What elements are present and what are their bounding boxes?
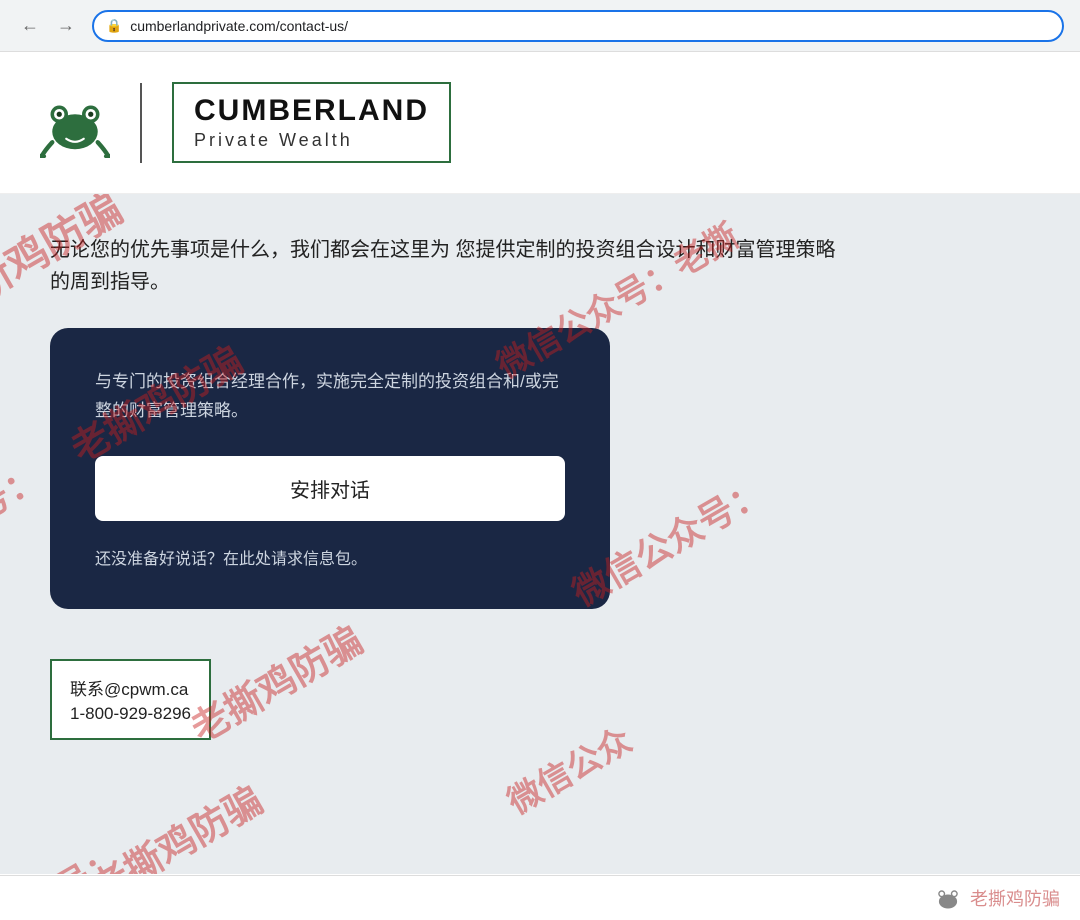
watermark-6: 号： — [0, 449, 50, 530]
logo-divider — [140, 83, 142, 163]
browser-chrome: ← → 🔒 cumberlandprivate.com/contact-us/ — [0, 0, 1080, 52]
service-card: 与专门的投资组合经理合作，实施完全定制的投资组合和/或完整的财富管理策略。 安排… — [50, 328, 610, 609]
logo-text-block: CUMBERLAND Private Wealth — [172, 82, 451, 163]
back-button[interactable]: ← — [16, 12, 44, 40]
bottom-watermark-text: 老撕鸡防骗 — [970, 885, 1060, 911]
bottom-watermark: 老撕鸡防骗 — [934, 884, 1060, 912]
brand-subtitle: Private Wealth — [194, 130, 429, 151]
url-text: cumberlandprivate.com/contact-us/ — [130, 18, 348, 34]
page-content: CUMBERLAND Private Wealth 斯鸡防骗 老撕鸡防骗 微信公… — [0, 52, 1080, 874]
forward-button[interactable]: → — [52, 12, 80, 40]
brand-name: CUMBERLAND — [194, 94, 429, 128]
site-header: CUMBERLAND Private Wealth — [0, 52, 1080, 194]
forward-icon: → — [57, 15, 75, 36]
intro-text: 无论您的优先事项是什么，我们都会在这里为 您提供定制的投资组合设计和财富管理策略… — [50, 234, 850, 298]
main-section: 斯鸡防骗 老撕鸡防骗 微信公众号：老撕 微信公众号： 老撕鸡防骗 号： 微信公众… — [0, 194, 1080, 874]
bottom-frog-icon — [934, 884, 962, 912]
watermark-9: 公众号： — [0, 833, 129, 874]
frog-logo — [40, 88, 110, 158]
watermark-8: 老撕鸡防骗 — [79, 770, 271, 874]
url-domain: cumberlandprivate.com — [130, 18, 276, 34]
lock-icon: 🔒 — [106, 18, 122, 34]
nav-buttons: ← → — [16, 12, 80, 40]
contact-email: 联系@cpwm.ca — [70, 675, 191, 700]
contact-box: 联系@cpwm.ca 1-800-929-8296 — [50, 659, 211, 740]
not-ready-text: 还没准备好说话？在此处请求信息包。 — [95, 545, 565, 569]
card-description: 与专门的投资组合经理合作，实施完全定制的投资组合和/或完整的财富管理策略。 — [95, 368, 565, 426]
watermark-7: 微信公众 — [497, 713, 639, 823]
url-path: /contact-us/ — [276, 18, 348, 34]
contact-phone: 1-800-929-8296 — [70, 704, 191, 724]
bottom-bar: 老撕鸡防骗 — [0, 875, 1080, 920]
back-icon: ← — [21, 15, 39, 36]
arrange-dialog-button[interactable]: 安排对话 — [95, 456, 565, 521]
address-bar[interactable]: 🔒 cumberlandprivate.com/contact-us/ — [92, 10, 1064, 42]
